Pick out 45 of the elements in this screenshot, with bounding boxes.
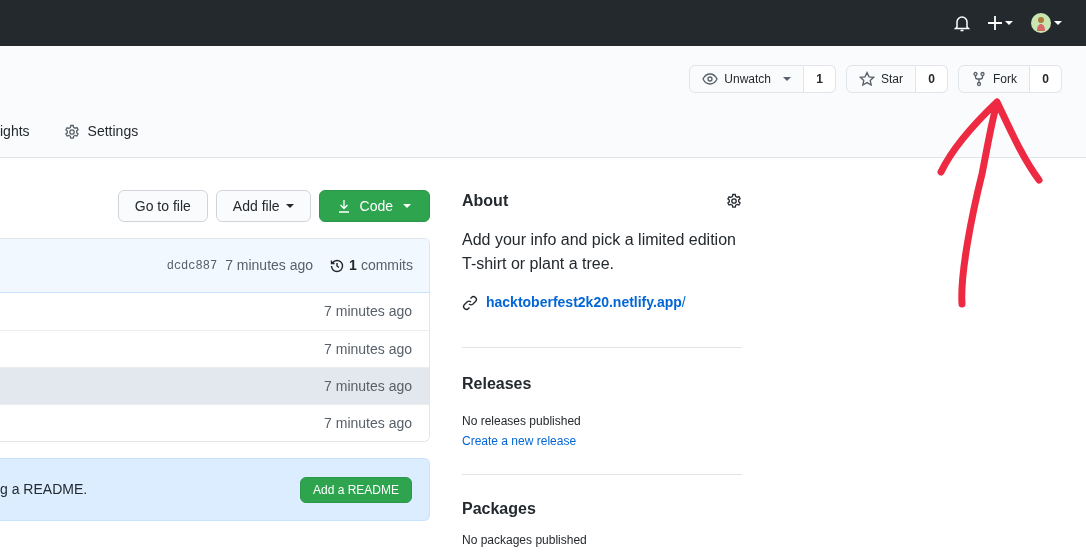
readme-message: g a README. (0, 480, 88, 499)
website-link[interactable]: hacktoberfest2k20.netlify.app/ (462, 292, 742, 313)
caret-icon (783, 77, 791, 81)
file-time: 7 minutes ago (324, 339, 412, 359)
bell-icon[interactable] (954, 14, 970, 32)
caret-icon (1054, 21, 1062, 25)
count-link[interactable]: 1 (804, 65, 836, 93)
repo-tab[interactable]: Settings (63, 121, 139, 142)
commit-time: 7 minutes ago (225, 256, 314, 275)
releases-heading: Releases (462, 374, 533, 394)
repo-action-button[interactable]: Fork (958, 65, 1030, 93)
file-time: 7 minutes ago (324, 376, 412, 396)
file-time: 7 minutes ago (324, 413, 412, 433)
create-menu[interactable] (988, 16, 1013, 30)
caret-icon (403, 204, 411, 208)
star-icon (859, 71, 875, 87)
file-row[interactable]: 7 minutes ago (0, 404, 429, 441)
download-icon (337, 199, 350, 213)
file-time: 7 minutes ago (324, 302, 412, 321)
commit-hash[interactable]: dcdc887 (166, 256, 218, 275)
caret-icon (1005, 21, 1013, 25)
avatar (1031, 13, 1051, 33)
releases-empty-text: No releases published (462, 413, 582, 430)
file-row[interactable]: 7 minutes ago (0, 367, 429, 404)
link-icon (462, 294, 478, 311)
packages-heading: Packages (462, 499, 537, 519)
repo-action-button[interactable]: Unwatch (689, 65, 804, 93)
create-release-link[interactable]: Create a new release (462, 432, 742, 450)
eye-icon (702, 71, 719, 87)
about-heading: About (462, 191, 509, 211)
profile-menu[interactable] (1031, 13, 1062, 33)
history-icon (329, 257, 346, 274)
packages-empty-text: No packages published (462, 533, 588, 547)
gear-icon (726, 193, 742, 209)
add-file-button[interactable]: Add file (215, 190, 311, 222)
about-description: Add your info and pick a limited edition T-shirt or plant a tree. (462, 230, 737, 274)
count-link[interactable]: 0 (916, 65, 948, 93)
go-to-file-button[interactable]: Go to file (117, 190, 208, 222)
caret-icon (285, 204, 294, 208)
plus-icon (988, 16, 1002, 30)
repo-action-button[interactable]: Star (846, 65, 916, 93)
count-link[interactable]: 0 (1030, 65, 1062, 93)
commits-link[interactable]: 1 commits (329, 255, 413, 276)
fork-icon (971, 71, 987, 87)
repo-tab[interactable]: ights (0, 121, 30, 142)
